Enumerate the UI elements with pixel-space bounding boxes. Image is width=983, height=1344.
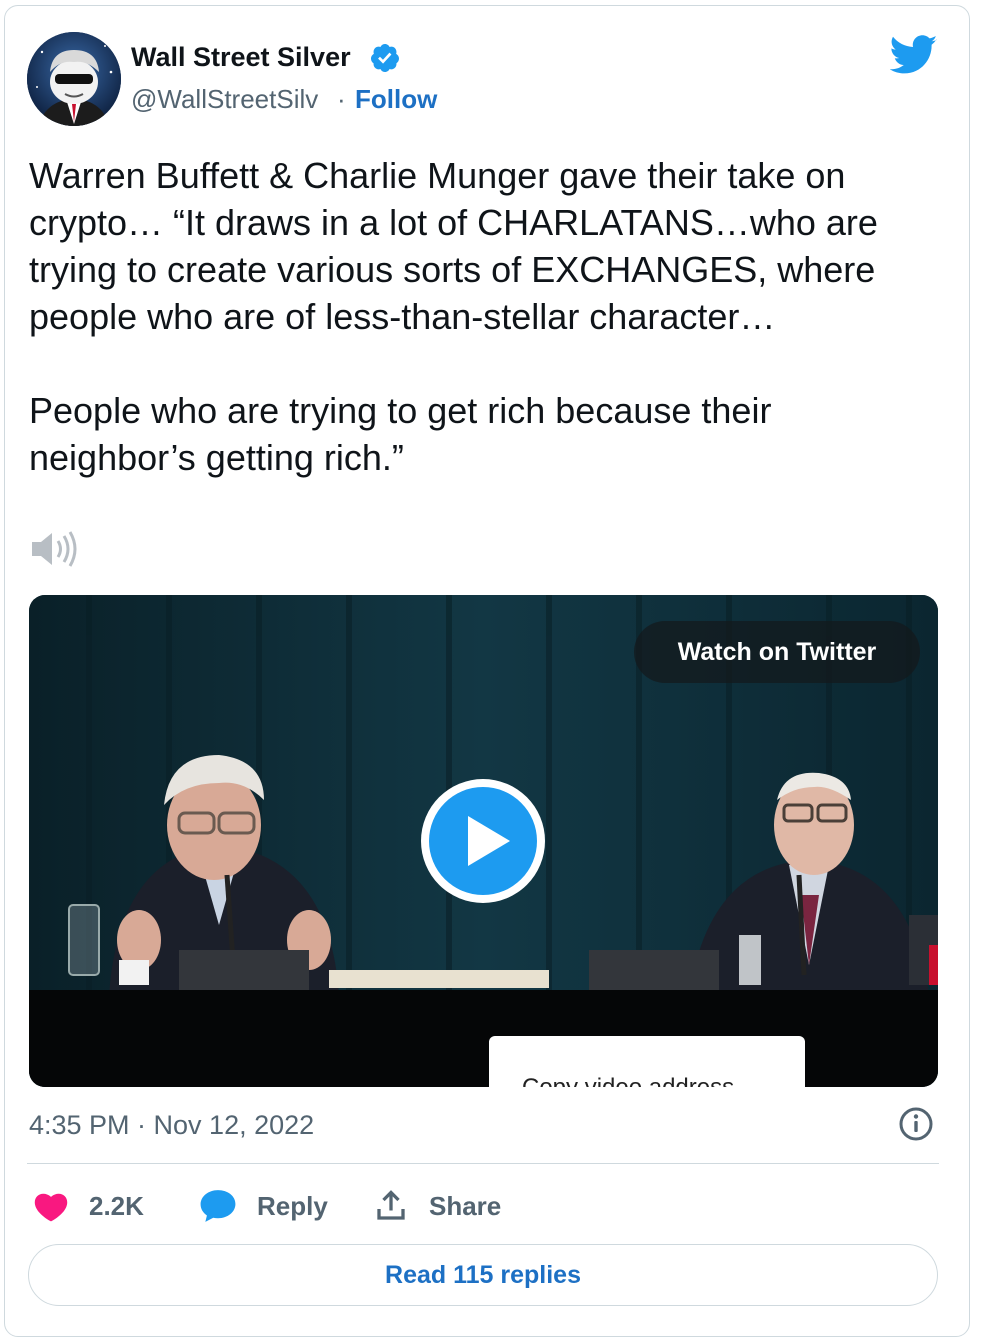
avatar[interactable] — [27, 32, 121, 126]
like-button[interactable]: 2.2K — [33, 1184, 144, 1228]
share-button[interactable]: Share — [373, 1184, 501, 1228]
author-name[interactable]: Wall Street Silver — [131, 42, 351, 73]
handle-separator: · — [337, 84, 346, 114]
share-icon — [377, 1190, 405, 1220]
verified-badge-icon — [370, 44, 399, 72]
play-icon[interactable] — [418, 776, 548, 906]
twitter-bird-icon[interactable] — [890, 35, 938, 75]
share-label: Share — [429, 1190, 502, 1221]
reply-label: Reply — [257, 1190, 328, 1221]
read-replies-button[interactable]: Read 115 replies — [28, 1244, 938, 1306]
reply-button[interactable]: Reply — [199, 1184, 328, 1228]
watch-on-twitter-button[interactable]: Watch on Twitter — [634, 621, 920, 683]
speaker-icon[interactable] — [30, 528, 80, 570]
follow-link[interactable]: Follow — [355, 84, 437, 115]
read-replies-label: Read 115 replies — [385, 1260, 581, 1289]
tweet-text: Warren Buffett & Charlie Munger gave the… — [29, 155, 878, 478]
divider — [27, 1163, 939, 1164]
like-count: 2.2K — [89, 1190, 144, 1221]
tweet-timestamp[interactable]: 4:35 PM · Nov 12, 2022 — [29, 1110, 314, 1141]
author-handle[interactable]: @WallStreetSilv — [131, 84, 318, 115]
copy-video-address-item[interactable]: Copy video address — [522, 1074, 734, 1087]
heart-icon — [34, 1193, 68, 1222]
reply-bubble-icon — [200, 1190, 236, 1222]
info-icon[interactable] — [898, 1106, 934, 1142]
context-menu: Copy video address — [489, 1036, 805, 1087]
